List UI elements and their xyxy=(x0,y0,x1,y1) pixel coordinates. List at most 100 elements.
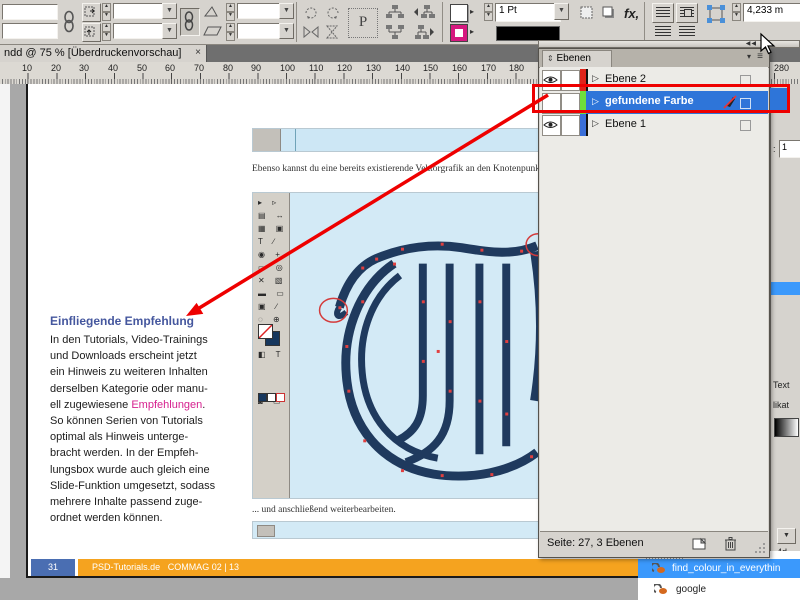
bookmarks-popup: find_colour_in_everythin google xyxy=(638,551,800,600)
text-wrap-option-icon[interactable] xyxy=(679,26,695,38)
tab-close-icon[interactable]: × xyxy=(195,47,201,58)
ruler-number: 80 xyxy=(223,63,233,73)
text-wrap-around-button[interactable] xyxy=(676,3,698,23)
text-wrap-off-button[interactable] xyxy=(652,3,674,23)
fill-flyout-icon[interactable]: ▸ xyxy=(470,7,474,16)
panel-resize-grip[interactable] xyxy=(754,542,766,554)
layer-name[interactable]: Ebene 1 xyxy=(605,118,646,130)
scale-x-dropdown[interactable]: ▼ xyxy=(162,3,177,19)
shear-stepper[interactable]: ▲▼ xyxy=(226,23,235,41)
bookmark-label: find_colour_in_everythin xyxy=(672,559,780,578)
layer-target-square[interactable] xyxy=(740,120,751,131)
bookmark-label: google xyxy=(676,580,706,599)
flow-right-icon[interactable] xyxy=(412,23,436,41)
rotate-angle-dropdown[interactable]: ▼ xyxy=(279,3,294,19)
frame-value: 4,233 m xyxy=(747,5,783,16)
layer-color-bar xyxy=(580,114,588,136)
new-layer-icon[interactable] xyxy=(692,537,707,550)
stroke-swatch[interactable] xyxy=(450,24,468,42)
stroke-weight-field[interactable]: 1 Pt xyxy=(495,3,561,22)
dock-gradient-swatch[interactable] xyxy=(774,418,799,437)
move-right-icon[interactable] xyxy=(82,3,101,22)
ruler-number: 110 xyxy=(309,63,323,73)
bookmark-row[interactable]: google xyxy=(638,580,800,599)
trash-icon[interactable] xyxy=(724,536,737,551)
scale-x-field[interactable] xyxy=(113,3,164,19)
ruler-number: 170 xyxy=(481,63,496,73)
panel-menu-arrow-icon[interactable]: ▾ xyxy=(747,52,751,61)
rotate-cw-icon[interactable] xyxy=(302,4,320,20)
layers-panel: ⇕ Ebenen ▾ ≡ ▷ Ebene 2 xyxy=(538,48,770,558)
rotate-angle-field[interactable] xyxy=(237,3,281,19)
app-window: ▲▼ ▲▼ ▼ ▼ ▲▼ ▲▼ ▼ ▼ P ▸ ▸ ▲▼ 1 Pt ▼ xyxy=(0,0,800,600)
stroke-type-swatch[interactable] xyxy=(496,26,560,41)
tool-row: ▣ ∕ xyxy=(253,300,289,313)
frame-fitting-icon[interactable] xyxy=(706,4,726,24)
stroke-weight-dropdown[interactable]: ▼ xyxy=(554,3,569,20)
text-wrap-option-icon[interactable] xyxy=(655,26,671,38)
layer-expander-icon[interactable]: ▷ xyxy=(592,118,599,129)
corner-options-icon[interactable] xyxy=(578,4,596,22)
tab-ebenen[interactable]: ⇕ Ebenen xyxy=(542,50,612,67)
stroke-swatch-inner xyxy=(455,29,463,37)
ruler-number: 100 xyxy=(280,63,295,73)
link-scale-button[interactable] xyxy=(180,8,200,36)
visibility-toggle[interactable] xyxy=(542,115,561,136)
embedded-screenshot-bottom xyxy=(252,521,542,539)
ruler-number: 60 xyxy=(165,63,175,73)
rotate-stepper[interactable]: ▲▼ xyxy=(226,3,235,21)
flow-down-icon[interactable] xyxy=(384,3,406,21)
dock-scroll-down[interactable]: ▼ xyxy=(777,528,796,544)
x-position-field[interactable] xyxy=(2,4,58,20)
stroke-flyout-icon[interactable]: ▸ xyxy=(470,27,474,36)
page-number-box: 31 xyxy=(31,559,75,576)
toolbar-divider xyxy=(644,2,645,42)
ruler-number: 20 xyxy=(51,63,61,73)
embedded-fill-swatch xyxy=(258,324,273,339)
flip-horizontal-icon[interactable] xyxy=(302,24,320,40)
scale-y-field[interactable] xyxy=(113,23,164,39)
tool-row: T ∕ xyxy=(253,235,289,248)
bookmark-row-selected[interactable]: find_colour_in_everythin xyxy=(638,559,800,578)
reference-point-proxy[interactable]: P xyxy=(348,8,378,38)
document-tab-title: ndd @ 75 % [Überdruckenvorschau] xyxy=(4,47,181,59)
document-tab[interactable]: ndd @ 75 % [Überdruckenvorschau] × xyxy=(0,45,207,62)
fill-swatch[interactable] xyxy=(450,4,468,22)
skew-icon[interactable] xyxy=(203,24,223,38)
shear-angle-field[interactable] xyxy=(237,23,281,39)
flip-vertical-icon[interactable] xyxy=(324,24,342,40)
panel-tab-label: Ebenen xyxy=(556,53,590,64)
lock-toggle[interactable] xyxy=(561,115,580,136)
stroke-weight-stepper[interactable]: ▲▼ xyxy=(484,3,493,21)
scale-x-stepper[interactable]: ▲▼ xyxy=(102,3,111,21)
doc-heading: Einfliegende Empfehlung xyxy=(50,314,242,328)
control-panel: ▲▼ ▲▼ ▼ ▼ ▲▼ ▲▼ ▼ ▼ P ▸ ▸ ▲▼ 1 Pt ▼ xyxy=(0,0,800,45)
flow-up-icon[interactable] xyxy=(384,23,406,41)
shear-icon[interactable] xyxy=(203,4,221,18)
drop-shadow-icon[interactable] xyxy=(600,4,618,22)
move-up-icon[interactable] xyxy=(82,23,101,42)
embedded-guide-line xyxy=(295,129,296,151)
ruler-number: 140 xyxy=(395,63,410,73)
panel-toggle-icon: ⇕ xyxy=(547,54,554,63)
frame-value-field[interactable]: 4,233 m xyxy=(743,3,800,22)
dock-fragment-mid: likat xyxy=(773,400,789,410)
effects-button[interactable]: fx, xyxy=(624,6,639,21)
layer-row[interactable]: ▷ Ebene 1 xyxy=(540,114,768,136)
bookmark-icon xyxy=(654,584,668,595)
collapse-arrows-icon[interactable]: ◀◀ xyxy=(746,40,757,47)
embedded-screenshot-top xyxy=(252,128,542,152)
doc-body-link: Empfehlungen xyxy=(131,399,202,411)
layer-expander-icon[interactable]: ▷ xyxy=(592,73,599,84)
fx-label: fx, xyxy=(624,6,639,21)
constrain-proportions-icon[interactable] xyxy=(62,10,76,34)
dock-field[interactable]: 1 xyxy=(779,140,800,158)
tool-row: ✕ ▧ xyxy=(253,274,289,287)
flow-left-icon[interactable] xyxy=(412,3,436,21)
y-position-field[interactable] xyxy=(2,23,58,39)
shear-angle-dropdown[interactable]: ▼ xyxy=(279,23,294,39)
rotate-ccw-icon[interactable] xyxy=(324,4,342,20)
scale-y-dropdown[interactable]: ▼ xyxy=(162,23,177,39)
frame-value-stepper[interactable]: ▲▼ xyxy=(732,3,741,21)
scale-y-stepper[interactable]: ▲▼ xyxy=(102,23,111,41)
